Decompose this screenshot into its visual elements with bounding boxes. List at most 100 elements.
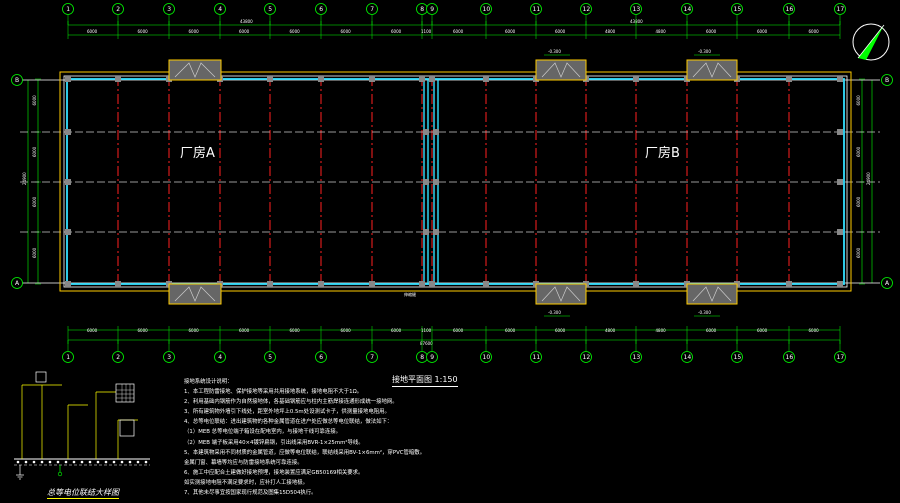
dim-text: 6000 (555, 328, 566, 333)
axis-bubble-number: 2 (116, 354, 120, 361)
dim-text: 4800 (656, 328, 667, 333)
axis-bubble-number: 3 (167, 6, 171, 13)
axis-bubble-number: 4 (218, 6, 222, 13)
terminal (24, 460, 28, 464)
column (65, 76, 71, 82)
axis-bubble-number: 13 (633, 6, 641, 13)
dim-text: 6000 (809, 328, 820, 333)
equipotential-detail (14, 371, 150, 480)
axis-bubble-number: 12 (583, 6, 591, 13)
dim-text: 6000 (856, 196, 861, 207)
dim-text: 6000 (555, 29, 566, 34)
column (837, 229, 843, 235)
axis-bubble-number: 7 (370, 354, 374, 361)
room-label-a: 厂房A (180, 145, 215, 161)
axis-bubble-number: 9 (430, 6, 434, 13)
inner-wall (63, 75, 848, 288)
column (433, 129, 439, 135)
column (65, 179, 71, 185)
terminal (80, 460, 84, 464)
axis-bubble-number: 8 (420, 354, 424, 361)
dim-text: 6000 (32, 247, 37, 258)
elevation-label: -0.300 (698, 310, 711, 315)
dim-total: 43800 (630, 19, 643, 24)
elevation-label: -0.300 (548, 49, 561, 54)
dim-text: 6000 (453, 29, 464, 34)
column (369, 76, 375, 82)
axis-bubble-number: 12 (583, 354, 591, 361)
column (837, 129, 843, 135)
axis-bubble-letter: B (15, 77, 19, 84)
axis-bubble-number: 6 (319, 6, 323, 13)
terminal (56, 460, 60, 464)
note-line: 5、本建筑物采用不同材质的金属管道，应做等电位联结，联结线采用BV-1×6mm²… (184, 449, 426, 456)
dim-text: 6000 (706, 29, 717, 34)
axis-bubble-number: 15 (734, 6, 742, 13)
dim-text: 6000 (341, 328, 352, 333)
column (318, 76, 324, 82)
terminal (72, 460, 76, 464)
dimension-layer: -0.300 -0.300 -0.300 -0.300 伸缩缝 6000 6000 6000 6… (22, 19, 873, 346)
dim-text: 6000 (189, 29, 200, 34)
note-line: 3、所有建筑物外墙引下线处，距室外地坪上0.5m处设测试卡子，供测量接地电阻用。 (184, 409, 390, 416)
axis-bubble-number: 5 (268, 354, 272, 361)
column (433, 179, 439, 185)
dim-text: 6000 (341, 29, 352, 34)
axis-bubble-number: 2 (116, 6, 120, 13)
axis-bubble-number: 17 (837, 6, 845, 13)
terminal (120, 460, 124, 464)
column (423, 129, 429, 135)
note-line: 1、本工程防雷接地、保护接地等采用共用接地系统，接地电阻不大于1Ω。 (184, 389, 363, 396)
terminal (136, 460, 140, 464)
note-line: 4、总等电位联结：进出建筑物的各种金属管道在进户处应做总等电位联结，做法如下： (184, 419, 393, 426)
dim-text: 6000 (391, 328, 402, 333)
dim-text: 6000 (453, 328, 464, 333)
north-arrow-icon (852, 23, 890, 61)
elevation-label: -0.300 (548, 310, 561, 315)
axis-bubble-number: 1 (66, 6, 70, 13)
column (429, 76, 435, 82)
axis-bubble-number: 11 (533, 6, 541, 13)
axis-bubble-number: 7 (370, 6, 374, 13)
dim-text: 6000 (391, 29, 402, 34)
dim-text: 6000 (32, 146, 37, 157)
column (65, 281, 71, 287)
terminal (96, 460, 100, 464)
column (483, 281, 489, 287)
axis-bubble-number: 10 (483, 354, 491, 361)
axis-bubble-number: 14 (684, 354, 692, 361)
room-label-b: 厂房B (645, 145, 680, 161)
joint-label: 伸缩缝 (404, 291, 416, 297)
column (483, 76, 489, 82)
equipment-box (35, 371, 47, 383)
dim-total: 43800 (240, 19, 253, 24)
column (419, 76, 425, 82)
dim-text: 6000 (505, 29, 516, 34)
axis-bubble-number: 3 (167, 354, 171, 361)
column (65, 129, 71, 135)
column (423, 179, 429, 185)
dim-text: 6000 (856, 95, 861, 106)
note-line: （2）MEB 端子板采用40×4镀锌扁钢，引出线采用BVR-1×25mm²导线。 (184, 439, 364, 446)
dim-text: 6000 (138, 328, 149, 333)
equipment-box (115, 383, 135, 403)
axis-bubble-number: 9 (430, 354, 434, 361)
design-notes: 接地系统设计说明： 1、本工程防雷接地、保护接地等采用共用接地系统，接地电阻不大于… (184, 377, 894, 498)
axis-bubble-number: 1 (66, 354, 70, 361)
dim-text: 6000 (505, 328, 516, 333)
axis-bubble-number: 16 (786, 354, 794, 361)
terminal (32, 460, 36, 464)
note-line: 如实测接地电阻不满足要求时，应补打人工接地极。 (184, 479, 308, 486)
column (786, 76, 792, 82)
note-line: 2、利用基础内钢筋作为自然接地体，各基础钢筋应与柱内主筋焊接连通形成统一接地网。 (184, 399, 398, 406)
elevation-label: -0.300 (698, 49, 711, 54)
dim-text: 6000 (809, 29, 820, 34)
terminal (128, 460, 132, 464)
axis-bubble-number: 8 (420, 6, 424, 13)
column (429, 281, 435, 287)
equipment-box (119, 419, 135, 437)
terminal (16, 460, 20, 464)
note-line: （1）MEB 总等电位端子箱设在配电室内，与接地干线可靠连接。 (184, 429, 342, 436)
column (837, 281, 843, 287)
column (423, 229, 429, 235)
